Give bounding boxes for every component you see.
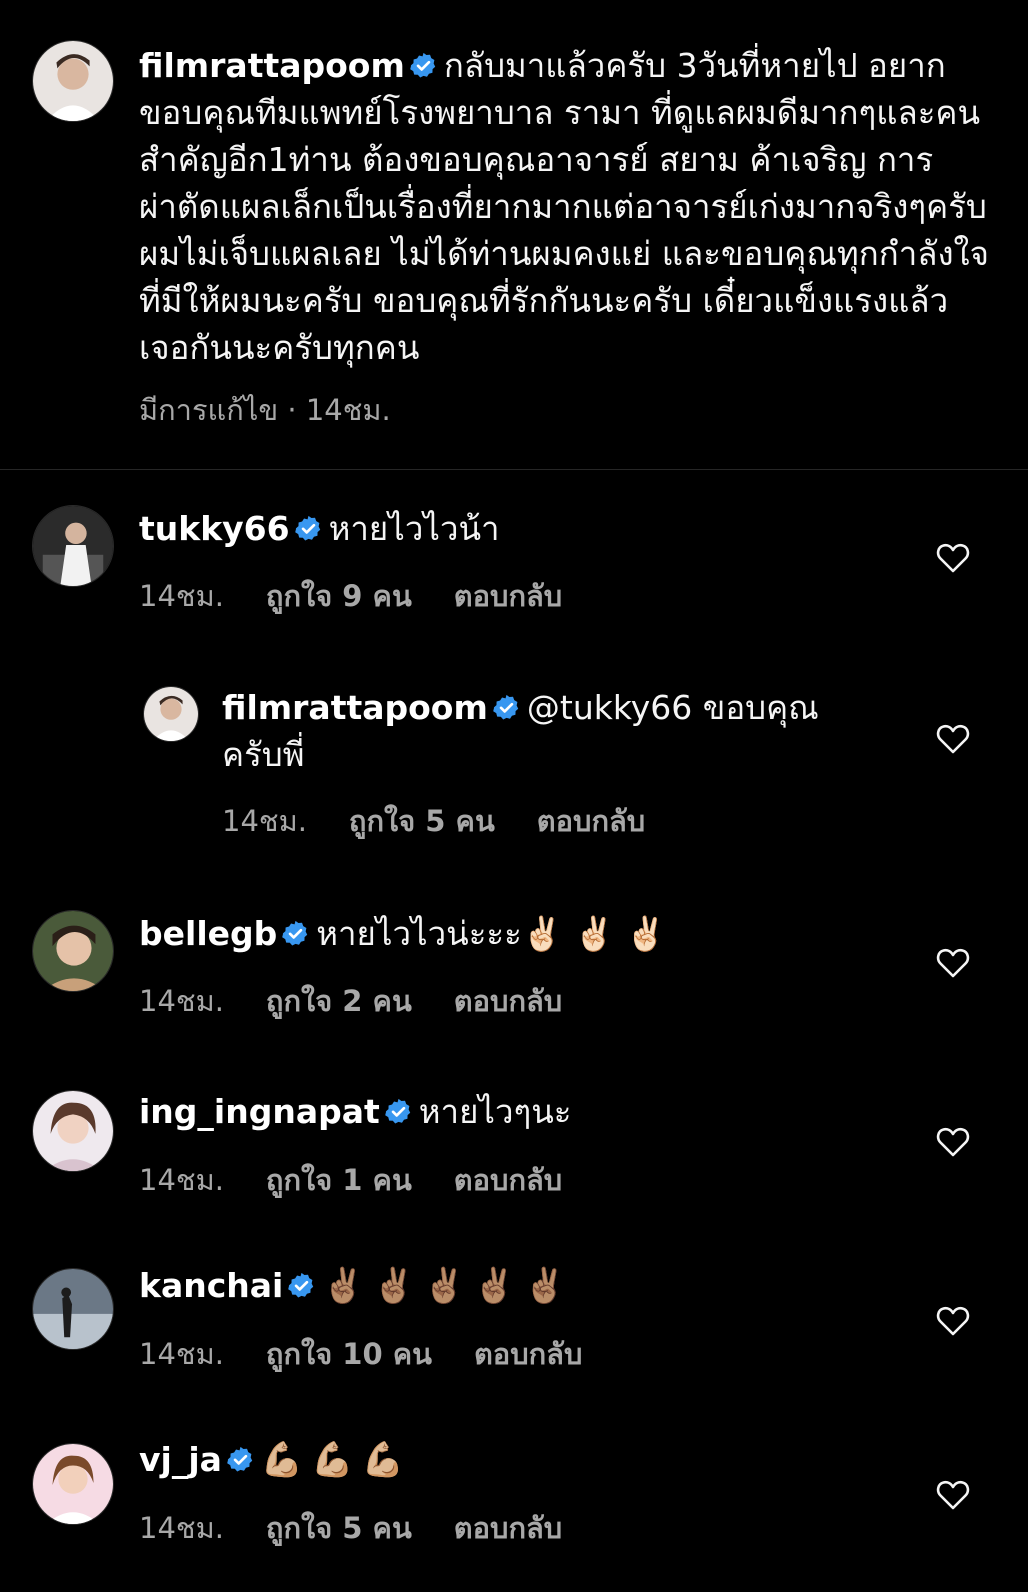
commenter-avatar[interactable] — [32, 505, 114, 587]
comment-time: 14ชม. — [222, 804, 307, 838]
comment-meta: 14ชม. ถูกใจ 2 คน ตอบกลับ — [139, 983, 562, 1019]
comment-time: 14ชม. — [139, 1163, 224, 1197]
verified-badge-icon — [281, 919, 310, 948]
reply-meta: 14ชม. ถูกใจ 5 คน ตอบกลับ — [222, 803, 645, 839]
comment-username[interactable]: vj_ja — [139, 1440, 222, 1479]
likes-count[interactable]: ถูกใจ 10 คน — [266, 1336, 432, 1372]
comment-text: vj_ja 💪🏼💪🏼💪🏼 — [139, 1436, 879, 1484]
caption-meta: มีการแก้ไข · 14ชม. — [139, 392, 391, 428]
divider — [0, 469, 1028, 470]
comment-username[interactable]: kanchai — [139, 1266, 283, 1305]
comment-body: หายไวไวน่ะะะ✌🏻 ✌🏻 ✌🏻 — [316, 914, 667, 953]
comment-meta: 14ชม. ถูกใจ 10 คน ตอบกลับ — [139, 1336, 582, 1372]
comment-body: ✌🏽✌🏽✌🏽✌🏽✌🏽 — [322, 1266, 575, 1306]
comment-meta: 14ชม. ถูกใจ 9 คน ตอบกลับ — [139, 578, 562, 614]
reply-button[interactable]: ตอบกลับ — [454, 1510, 562, 1546]
reply-button[interactable]: ตอบกลับ — [454, 1162, 562, 1198]
likes-count[interactable]: ถูกใจ 2 คน — [266, 983, 412, 1019]
comment-text: tukky66 หายไวไวน้า — [139, 505, 879, 552]
verified-badge-icon — [294, 514, 323, 543]
reply-button[interactable]: ตอบกลับ — [537, 803, 645, 839]
comment-body: หายไวๆนะ — [418, 1092, 572, 1131]
heart-outline-icon[interactable] — [936, 542, 970, 574]
heart-outline-icon[interactable] — [936, 1305, 970, 1337]
verified-badge-icon — [226, 1445, 255, 1474]
reply-button[interactable]: ตอบกลับ — [474, 1336, 582, 1372]
verified-badge-icon — [384, 1097, 413, 1126]
reply-avatar[interactable] — [143, 686, 199, 742]
verified-badge-icon — [409, 51, 438, 80]
reply-button[interactable]: ตอบกลับ — [454, 983, 562, 1019]
verified-badge-icon — [287, 1271, 316, 1300]
likes-count[interactable]: ถูกใจ 9 คน — [266, 578, 412, 614]
comment-text: kanchai ✌🏽✌🏽✌🏽✌🏽✌🏽 — [139, 1262, 879, 1310]
commenter-avatar[interactable] — [32, 1090, 114, 1172]
comment-meta: 14ชม. ถูกใจ 1 คน ตอบกลับ — [139, 1162, 562, 1198]
comment-body: หายไวไวน้า — [328, 509, 500, 548]
comment-text: ing_ingnapat หายไวๆนะ — [139, 1088, 879, 1135]
heart-outline-icon[interactable] — [936, 1479, 970, 1511]
comment-time: 14ชม. — [139, 984, 224, 1018]
comment-meta: 14ชม. ถูกใจ 5 คน ตอบกลับ — [139, 1510, 562, 1546]
edited-timestamp: มีการแก้ไข · 14ชม. — [139, 393, 391, 427]
commenter-avatar[interactable] — [32, 910, 114, 992]
reply-button[interactable]: ตอบกลับ — [454, 578, 562, 614]
comment-username[interactable]: bellegb — [139, 914, 277, 953]
caption-text: filmrattapoom กลับมาแล้วครับ 3วันที่หายไป… — [139, 42, 989, 371]
comment-time: 14ชม. — [139, 1337, 224, 1371]
comment-body: 💪🏼💪🏼💪🏼 — [260, 1440, 412, 1480]
likes-count[interactable]: ถูกใจ 5 คน — [266, 1510, 412, 1546]
likes-count[interactable]: ถูกใจ 5 คน — [349, 803, 495, 839]
heart-outline-icon[interactable] — [936, 1126, 970, 1158]
commenter-avatar[interactable] — [32, 1268, 114, 1350]
caption-username[interactable]: filmrattapoom — [139, 46, 405, 85]
reply-text: filmrattapoom @tukky66 ขอบคุณครับพี่ — [222, 684, 872, 778]
caption-body: กลับมาแล้วครับ 3วันที่หายไป อยากขอบคุณที… — [139, 46, 990, 367]
post-caption: filmrattapoom กลับมาแล้วครับ 3วันที่หายไป… — [0, 0, 1028, 470]
commenter-avatar[interactable] — [32, 1443, 114, 1525]
verified-badge-icon — [492, 693, 521, 722]
heart-outline-icon[interactable] — [936, 947, 970, 979]
heart-outline-icon[interactable] — [936, 723, 970, 755]
comment-username[interactable]: ing_ingnapat — [139, 1092, 380, 1131]
comment-time: 14ชม. — [139, 579, 224, 613]
comment-username[interactable]: tukky66 — [139, 509, 290, 548]
comment-time: 14ชม. — [139, 1511, 224, 1545]
author-avatar[interactable] — [32, 40, 114, 122]
comment-text: bellegb หายไวไวน่ะะะ✌🏻 ✌🏻 ✌🏻 — [139, 910, 879, 957]
reply-username[interactable]: filmrattapoom — [222, 688, 488, 727]
likes-count[interactable]: ถูกใจ 1 คน — [266, 1162, 412, 1198]
